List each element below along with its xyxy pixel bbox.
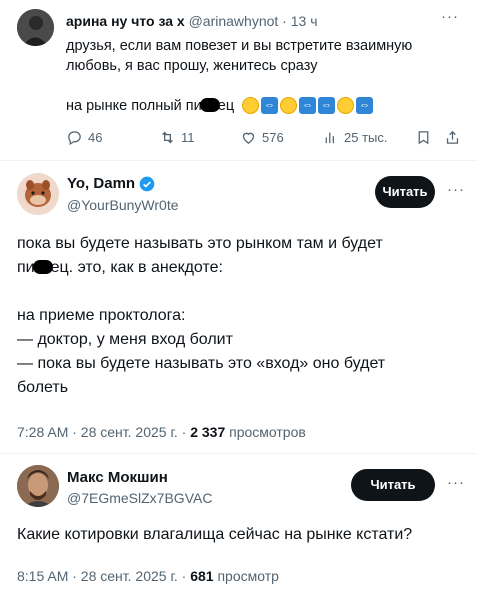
censor-blot <box>32 260 53 274</box>
heart-icon <box>242 132 255 144</box>
avatar-photo <box>17 173 59 215</box>
tweet-text-part: на рынке полный пи <box>66 98 202 114</box>
tweet-text: Какие котировки влагалища сейчас на рынк… <box>17 526 413 543</box>
emoji-row: ⇔ ⇔ ⇔ ⇔ <box>242 97 374 114</box>
share-button[interactable] <box>444 129 461 146</box>
more-options-icon[interactable]: ··· <box>447 474 465 491</box>
bookmark-button[interactable] <box>415 129 432 146</box>
views-icon <box>325 132 334 144</box>
verified-badge-icon <box>139 176 155 191</box>
post-timestamp[interactable]: 7:28 AM · 28 сент. 2025 г. · <box>17 424 190 440</box>
views-label: просмотров <box>225 424 306 440</box>
reply-count: 46 <box>88 130 103 145</box>
views-count: 2 337 <box>190 424 226 440</box>
views-label: просмотр <box>213 568 279 584</box>
left-right-arrow-icon: ⇔ <box>318 97 336 114</box>
author-handle[interactable]: @YourBunyWr0te <box>67 197 179 213</box>
tweet-meta: 7:28 AM · 28 сент. 2025 г. · 2 337 просм… <box>17 424 306 440</box>
author-name[interactable]: Yo, Damn <box>67 175 155 192</box>
tweet-meta: 8:15 AM · 28 сент. 2025 г. · 681 просмот… <box>17 568 279 584</box>
tweet-line: на рынке полный пи ец ⇔ ⇔ ⇔ ⇔ <box>66 96 456 116</box>
tweet-line: друзья, если вам повезет и вы встретите … <box>66 38 413 54</box>
tweet-line: — пока вы будете называть это «вход» оно… <box>17 355 386 372</box>
tweet-line: болеть <box>17 379 69 396</box>
reply-icon <box>68 131 81 146</box>
more-options-icon[interactable]: ··· <box>447 181 465 198</box>
smiling-face-icon <box>242 97 260 114</box>
left-right-arrow-icon: ⇔ <box>299 97 317 114</box>
censor-blot <box>199 98 220 112</box>
bookmark-icon <box>418 131 429 145</box>
author-name[interactable]: Макс Мокшин <box>67 469 168 486</box>
tweet-line: пока вы будете называть это рынком там и… <box>17 235 383 252</box>
author-name[interactable]: арина ну что за х <box>66 13 185 29</box>
time-separator: · <box>282 13 287 29</box>
tweet-text-part: ец. это, как в анекдоте: <box>50 259 223 276</box>
tweet-text-part: ец <box>217 98 235 114</box>
views-count: 681 <box>190 568 214 584</box>
author-name-text: Yo, Damn <box>67 175 136 192</box>
tweet-line: любовь, я вас прошу, женитесь сразу <box>66 58 318 74</box>
views-button[interactable]: 25 тыс. <box>322 129 387 146</box>
more-options-icon[interactable]: ··· <box>441 8 459 25</box>
share-icon <box>446 130 459 144</box>
author-handle[interactable]: @7EGmeSlZx7BGVAC <box>67 490 212 506</box>
tweet-text-part: пи <box>17 259 35 276</box>
tweet-header: арина ну что за х @arinawhynot · 13 ч <box>66 13 318 29</box>
left-right-arrow-icon: ⇔ <box>261 97 279 114</box>
author-handle[interactable]: @arinawhynot <box>189 13 279 29</box>
divider <box>0 453 477 454</box>
post-time[interactable]: 13 ч <box>291 13 318 29</box>
tweet-line: — доктор, у меня вход болит <box>17 331 233 348</box>
read-button[interactable]: Читать <box>351 469 435 501</box>
avatar[interactable] <box>17 173 59 215</box>
avatar[interactable] <box>17 9 54 46</box>
divider <box>0 160 477 161</box>
smiling-face-icon <box>337 97 355 114</box>
reply-button[interactable]: 46 <box>66 129 102 146</box>
tweet-line: пи ец. это, как в анекдоте: <box>17 256 457 280</box>
smiling-face-icon <box>280 97 298 114</box>
post-timestamp[interactable]: 8:15 AM · 28 сент. 2025 г. · <box>17 568 190 584</box>
left-right-arrow-icon: ⇔ <box>356 97 374 114</box>
avatar[interactable] <box>17 465 59 507</box>
read-button[interactable]: Читать <box>375 176 435 208</box>
tweet-text: пока вы будете называть это рынком там и… <box>17 232 457 400</box>
like-count: 576 <box>262 130 284 145</box>
tweet-line: на приеме проктолога: <box>17 307 186 324</box>
repost-count: 11 <box>181 130 195 145</box>
view-count: 25 тыс. <box>344 130 388 145</box>
tweet-actions: 46 11 576 25 тыс. <box>66 129 462 151</box>
like-button[interactable]: 576 <box>240 129 284 146</box>
tweet-text: друзья, если вам повезет и вы встретите … <box>66 36 456 116</box>
repost-button[interactable]: 11 <box>159 129 195 146</box>
avatar-photo <box>17 465 59 507</box>
repost-icon <box>162 131 173 144</box>
avatar-photo <box>17 9 54 46</box>
